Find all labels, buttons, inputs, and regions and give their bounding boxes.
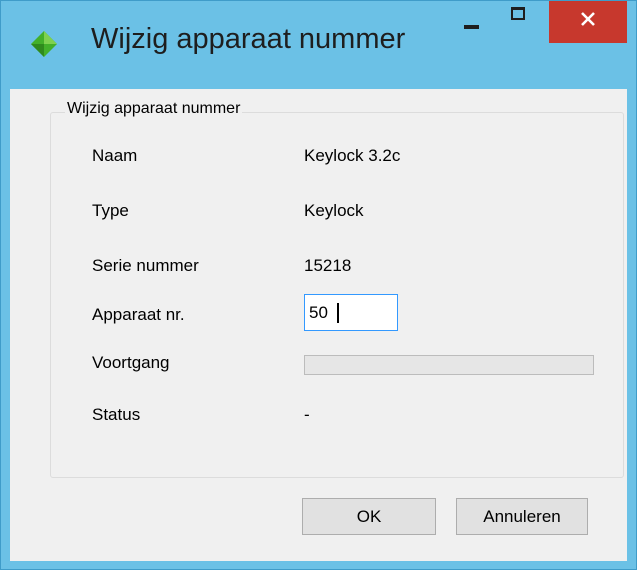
status-value: -: [304, 405, 310, 424]
naam-value: Keylock 3.2c: [304, 146, 401, 165]
title-bar[interactable]: Wijzig apparaat nummer: [1, 1, 636, 89]
voortgang-label: Voortgang: [92, 353, 170, 372]
serie-nummer-value: 15218: [304, 256, 352, 275]
window-title: Wijzig apparaat nummer: [91, 23, 406, 55]
naam-label: Naam: [92, 146, 138, 165]
cancel-button[interactable]: Annuleren: [456, 498, 588, 535]
green-diamond-icon: [31, 31, 57, 57]
maximize-icon: [511, 7, 525, 20]
minimize-icon: [464, 25, 479, 29]
groupbox-title: Wijzig apparaat nummer: [65, 100, 243, 118]
ok-button[interactable]: OK: [302, 498, 436, 535]
maximize-button[interactable]: [496, 1, 542, 43]
status-label: Status: [92, 405, 141, 424]
close-icon: [581, 12, 595, 26]
apparaat-nr-input[interactable]: [305, 295, 397, 330]
minimize-button[interactable]: [449, 1, 495, 43]
settings-groupbox: Wijzig apparaat nummer Naam Keylock 3.2c…: [50, 100, 624, 478]
type-value: Keylock: [304, 201, 364, 220]
serie-nummer-label: Serie nummer: [92, 256, 199, 275]
voortgang-progress-bar: [304, 355, 594, 375]
close-button[interactable]: [549, 1, 627, 43]
apparaat-nr-field[interactable]: [304, 294, 398, 331]
type-label: Type: [92, 201, 129, 220]
dialog-content: Wijzig apparaat nummer Naam Keylock 3.2c…: [10, 89, 627, 561]
dialog-window: Wijzig apparaat nummer Wijzig apparaat n…: [0, 0, 637, 570]
text-caret: [337, 303, 339, 323]
apparaat-nr-label: Apparaat nr.: [92, 305, 185, 324]
